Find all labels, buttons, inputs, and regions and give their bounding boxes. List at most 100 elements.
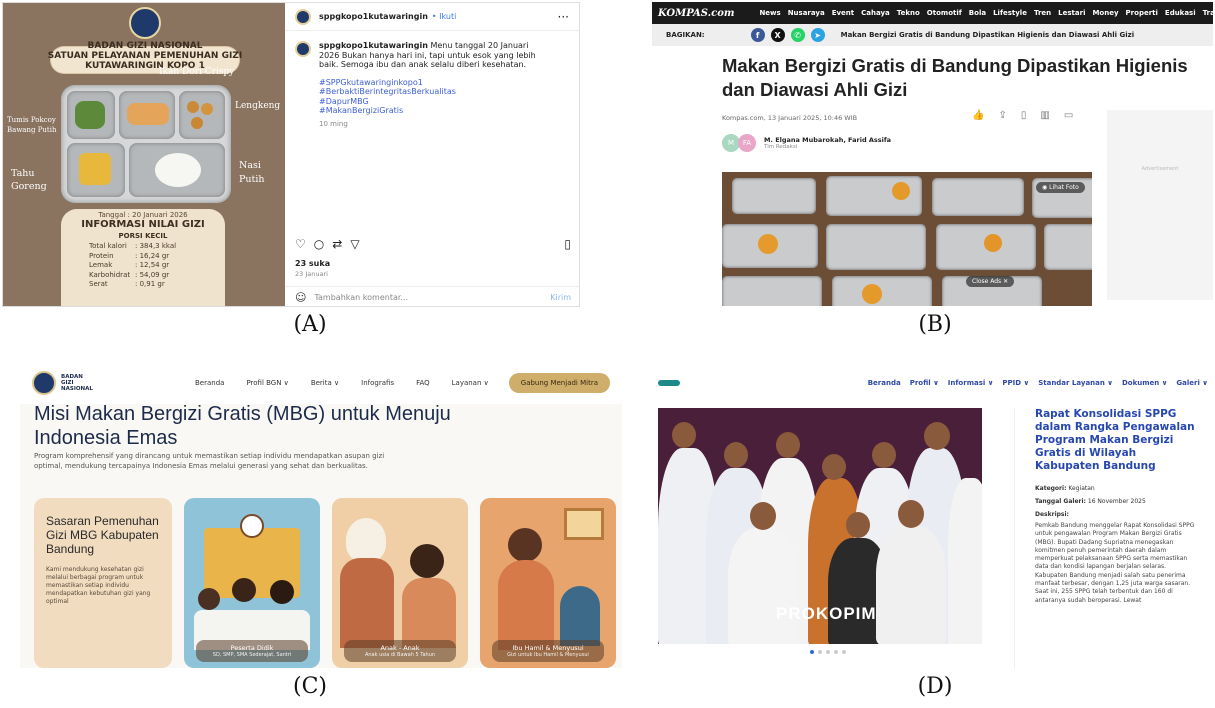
nav-item[interactable]: News [759, 9, 780, 17]
nav-item[interactable]: Properti [1126, 9, 1158, 17]
caption-c: (C) [293, 674, 327, 699]
tray-compartment [179, 91, 225, 139]
nutrition-row: Serat: 0,91 gr [89, 280, 165, 288]
share-icon[interactable]: ▽ [350, 237, 359, 251]
share-icon[interactable]: ⇪ [998, 110, 1006, 121]
post-header: sppgkopo1kutawaringin • Ikuti ··· [285, 3, 579, 31]
post-caption: sppgkopo1kutawaringin Menu tanggal 20 Ja… [285, 31, 579, 129]
nav-item[interactable]: Berita ∨ [311, 379, 339, 387]
card-title: Sasaran Pemenuhan Gizi MBG Kabupaten Ban… [46, 514, 159, 556]
username[interactable]: sppgkopo1kutawaringin [319, 12, 428, 21]
nav-item[interactable]: Lifestyle [993, 9, 1027, 17]
whatsapp-icon[interactable]: ✆ [790, 28, 805, 42]
nav-item[interactable]: Profil ∨ [910, 379, 939, 387]
hashtag-link[interactable]: #BerbaktiBerintegritasBerkualitas [319, 87, 551, 97]
bgn-navbar: BADAN GIZI NASIONAL Beranda Profil BGN ∨ B… [20, 362, 622, 404]
info-portion: PORSI KECIL [118, 232, 168, 240]
nav-item[interactable]: Nusaraya [788, 9, 825, 17]
heart-icon[interactable]: ♡ [295, 237, 306, 251]
nav-item[interactable]: Tekno [897, 9, 920, 17]
gallery-photo[interactable]: PROKOPIM [658, 408, 982, 644]
nav-item[interactable]: Informasi ∨ [948, 379, 994, 387]
nav-item[interactable]: Edukasi [1165, 9, 1196, 17]
send-button[interactable]: Kirim [550, 293, 571, 302]
article-title: Makan Bergizi Gratis di Bandung Dipastik… [722, 55, 1188, 100]
nav-item[interactable]: Beranda [868, 379, 901, 387]
card-children[interactable]: Anak - Anak Anak usia di Bawah 5 Tahun [332, 498, 468, 668]
like-count[interactable]: 23 suka [295, 259, 330, 268]
like-icon[interactable]: 👍 [972, 110, 984, 121]
nav-item[interactable]: Bola [969, 9, 986, 17]
caption-username[interactable]: sppgkopo1kutawaringin [319, 41, 428, 50]
carousel-dots[interactable] [810, 650, 846, 654]
nav-item[interactable]: Travel [1203, 9, 1213, 17]
bookmark-icon[interactable]: ▯ [1021, 110, 1027, 121]
bgn-logo[interactable] [32, 371, 56, 395]
hashtag-link[interactable]: #DapurMBG [319, 97, 551, 107]
nav-item[interactable]: Standar Layanan ∨ [1038, 379, 1113, 387]
card-label: Ibu Hamil & Menyusui Gizi untuk Ibu Hamil… [492, 640, 604, 662]
emoji-icon[interactable]: ☺ [295, 291, 306, 304]
post-age: 10 ming [319, 119, 348, 128]
nav-item[interactable]: PPID ∨ [1002, 379, 1029, 387]
nav-item[interactable]: Infografis [361, 379, 394, 387]
avatar[interactable] [295, 41, 311, 57]
gallery-title: Rapat Konsolidasi SPPG dalam Rangka Peng… [1035, 408, 1195, 472]
hero-headline: Misi Makan Bergizi Gratis (MBG) untuk Me… [34, 403, 451, 449]
info-title: INFORMASI NILAI GIZI [81, 219, 205, 230]
nav-item[interactable]: Cahaya [861, 9, 890, 17]
bgn-brand: BADAN GIZI NASIONAL [61, 374, 93, 392]
repost-icon[interactable]: ⇄ [332, 237, 342, 251]
nav-item[interactable]: Tren [1034, 9, 1051, 17]
article-meta: Kompas.com, 13 Januari 2025, 10:46 WIB [722, 114, 858, 122]
card-students[interactable]: Peserta Didik SD, SMP, SMA Sederajat, San… [184, 498, 320, 668]
join-partner-button[interactable]: Gabung Menjadi Mitra [508, 373, 610, 393]
date-row: Tanggal Galeri: 16 November 2025 [1035, 498, 1146, 505]
tray-compartment [129, 143, 225, 197]
comment-icon[interactable]: ○ [314, 237, 324, 251]
card-mothers[interactable]: Ibu Hamil & Menyusui Gizi untuk Ibu Hamil… [480, 498, 616, 668]
avatar[interactable] [295, 8, 311, 25]
nutrition-row: Lemak: 12,54 gr [89, 261, 170, 269]
nav-item[interactable]: Profil BGN ∨ [246, 379, 288, 387]
nav-item[interactable]: Lestari [1058, 9, 1085, 17]
nav-item[interactable]: FAQ [416, 379, 430, 387]
telegram-icon[interactable]: ➤ [810, 28, 825, 42]
nav-item[interactable]: Layanan ∨ [452, 379, 489, 387]
x-icon[interactable]: X [770, 28, 785, 42]
hashtag-link[interactable]: #SPPGkutawaringinkopo1 [319, 78, 551, 88]
share-bar: BAGIKAN: f X ✆ ➤ Makan Bergizi Gratis di… [652, 24, 1213, 46]
site-logo[interactable] [658, 380, 680, 386]
kompas-logo[interactable]: KOMPAS.com [658, 8, 734, 19]
article-photo[interactable]: ◉ Lihat Foto Close Ads ✕ [722, 172, 1092, 306]
label-lengkeng: Lengkeng [235, 101, 281, 111]
article-tools: 👍 ⇪ ▯ ▥ ▭ [972, 110, 1073, 121]
share-label: BAGIKAN: [666, 31, 705, 39]
bookmark-icon[interactable]: ▯ [564, 237, 571, 251]
hero-subtitle: Program komprehensif yang dirancang untu… [34, 452, 385, 470]
nav-item[interactable]: Beranda [195, 379, 224, 387]
follow-button[interactable]: • Ikuti [432, 12, 456, 21]
author-names[interactable]: M. Elgana Mubarokah, Farid Assifa [764, 136, 891, 144]
card-label: Peserta Didik SD, SMP, SMA Sederajat, San… [196, 640, 308, 662]
nav-item[interactable]: Otomotif [927, 9, 962, 17]
post-actions: ♡ ○ ⇄ ▽ ▯ [295, 237, 571, 251]
author-avatar[interactable]: FA [738, 134, 756, 152]
nutrition-row: Protein: 16,24 gr [89, 251, 170, 260]
label-ikan: Ikan Dori Crispy [159, 67, 235, 77]
comment-input[interactable]: Tambahkan komentar... [314, 293, 408, 302]
label-nasi: Nasi Putih [239, 160, 265, 185]
nav-item[interactable]: Galeri ∨ [1176, 379, 1208, 387]
see-photo-button[interactable]: ◉ Lihat Foto [1036, 182, 1085, 193]
facebook-icon[interactable]: f [750, 28, 765, 42]
nav-item[interactable]: Dokumen ∨ [1122, 379, 1167, 387]
close-ads-button[interactable]: Close Ads ✕ [966, 276, 1015, 287]
gov-navbar: Beranda Profil ∨ Informasi ∨ PPID ∨ Stan… [654, 362, 1212, 404]
nav-item[interactable]: Event [832, 9, 854, 17]
nav-item[interactable]: Money [1092, 9, 1118, 17]
comment-icon[interactable]: ▭ [1064, 110, 1073, 121]
delete-icon[interactable]: ▥ [1040, 110, 1049, 121]
hashtag-link[interactable]: #MakanBergiziGratis [319, 106, 551, 116]
more-options-icon[interactable]: ··· [558, 10, 569, 24]
gallery-details: Rapat Konsolidasi SPPG dalam Rangka Peng… [1014, 408, 1204, 668]
